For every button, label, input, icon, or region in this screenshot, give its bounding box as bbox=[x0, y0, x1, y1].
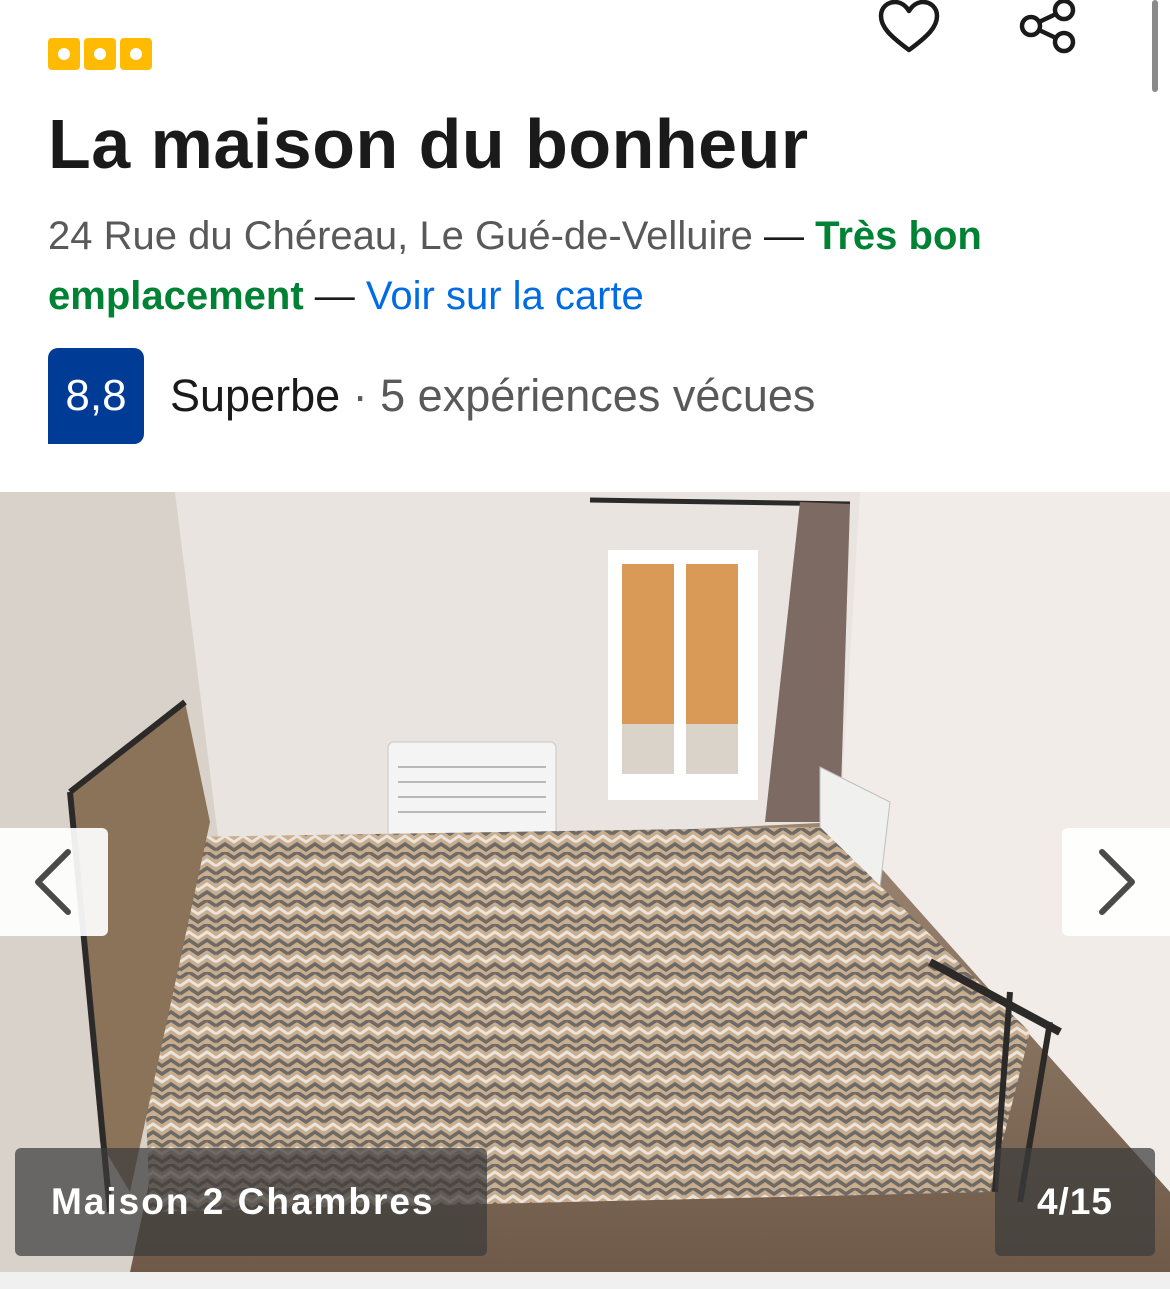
next-photo-button[interactable] bbox=[1062, 828, 1170, 936]
review-score-badge: 8,8 bbox=[48, 348, 144, 444]
rating-dot-icon bbox=[120, 38, 152, 70]
share-icon bbox=[1019, 0, 1076, 54]
property-page: La maison du bonheur 24 Rue du Chéreau, … bbox=[0, 0, 1170, 1289]
photo-counter: 4/15 bbox=[995, 1148, 1155, 1256]
chevron-right-icon bbox=[1099, 849, 1135, 915]
scrollbar[interactable] bbox=[1152, 0, 1158, 92]
review-label: Superbe bbox=[170, 370, 341, 421]
review-summary[interactable]: 8,8 Superbe · 5 expériences vécues bbox=[48, 348, 815, 444]
address-text: 24 Rue du Chéreau, Le Gué-de-Velluire bbox=[48, 214, 753, 258]
share-button[interactable] bbox=[1018, 0, 1080, 56]
favorite-button[interactable] bbox=[878, 0, 940, 56]
chevron-left-icon bbox=[35, 849, 71, 915]
photo-gallery[interactable]: Maison 2 Chambres 4/15 bbox=[0, 492, 1170, 1272]
property-title: La maison du bonheur bbox=[48, 105, 809, 183]
view-on-map-link[interactable]: Voir sur la carte bbox=[366, 274, 644, 318]
rating-dot-icon bbox=[84, 38, 116, 70]
rating-dot-icon bbox=[48, 38, 80, 70]
header-actions bbox=[878, 0, 1080, 56]
heart-icon bbox=[878, 0, 940, 53]
previous-photo-button[interactable] bbox=[0, 828, 108, 936]
star-rating bbox=[48, 38, 152, 70]
separator: — bbox=[303, 274, 366, 318]
review-count: 5 expériences vécues bbox=[380, 370, 816, 421]
separator: — bbox=[752, 214, 816, 258]
review-dot: · bbox=[340, 370, 381, 421]
address-line: 24 Rue du Chéreau, Le Gué-de-Velluire — … bbox=[48, 206, 1128, 326]
section-divider bbox=[0, 1272, 1170, 1289]
photo-caption: Maison 2 Chambres bbox=[15, 1148, 487, 1256]
review-text: Superbe · 5 expériences vécues bbox=[170, 370, 815, 422]
